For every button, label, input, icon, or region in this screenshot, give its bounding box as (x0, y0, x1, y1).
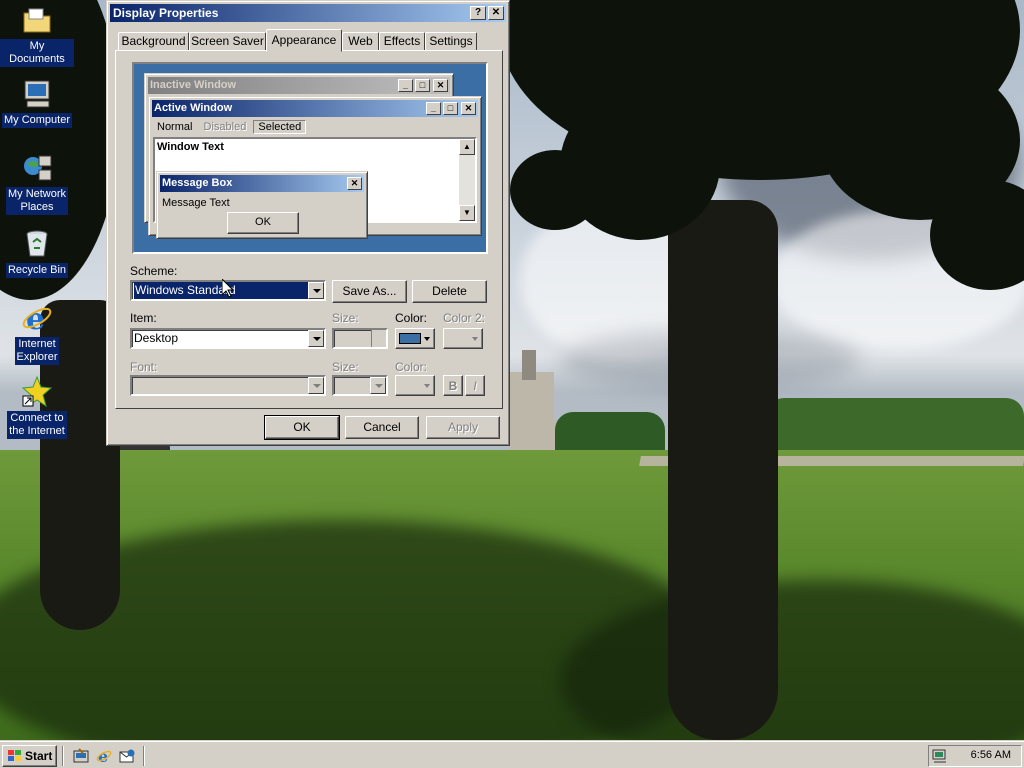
preview-menu-normal: Normal (157, 121, 193, 133)
cancel-button[interactable]: Cancel (345, 416, 419, 439)
item-color2-button[interactable] (443, 328, 483, 349)
chevron-down-icon (472, 337, 478, 341)
preview-msgbox-ok: OK (227, 212, 299, 234)
item-size-label: Size: (332, 311, 359, 325)
save-as-button[interactable]: Save As... (332, 280, 407, 303)
scroll-up-icon: ▲ (459, 139, 475, 155)
tab-settings[interactable]: Settings (425, 32, 477, 51)
close-icon: ✕ (433, 79, 448, 92)
desktop-icon-label: Connect to the Internet (7, 411, 67, 439)
spinner-arrows-icon[interactable] (371, 330, 386, 347)
help-button[interactable]: ? (470, 6, 486, 20)
outlook-express-icon[interactable] (119, 748, 135, 764)
tab-background[interactable]: Background (118, 32, 189, 51)
close-icon: ✕ (461, 102, 476, 115)
item-size-spinner[interactable] (332, 328, 388, 349)
preview-msgbox-title: Message Box ✕ (160, 175, 364, 192)
chevron-down-icon (424, 384, 430, 388)
svg-text:e: e (26, 302, 45, 334)
show-desktop-icon[interactable] (73, 748, 89, 764)
taskbar-divider (62, 746, 64, 766)
preview-menu-disabled: Disabled (203, 121, 247, 133)
preview-inactive-title: Inactive Window _ □ ✕ (148, 77, 450, 94)
appearance-panel: Inactive Window _ □ ✕ Active Window _ □ … (115, 50, 503, 409)
desktop-icon-connect-to-internet[interactable]: Connect to the Internet (0, 375, 74, 439)
windows-logo-icon (8, 750, 21, 761)
computer-icon (21, 78, 53, 110)
chevron-down-icon[interactable] (308, 377, 324, 394)
minimize-icon: _ (398, 79, 413, 92)
scroll-down-icon: ▼ (459, 205, 475, 221)
mouse-cursor-icon (222, 279, 234, 298)
ok-button[interactable]: OK (264, 415, 340, 440)
internet-explorer-icon: e (21, 302, 53, 337)
preview-msgbox-text: Message Text (162, 197, 230, 209)
tab-effects[interactable]: Effects (379, 32, 425, 51)
desktop-icon-my-network-places[interactable]: My Network Places (0, 152, 74, 215)
maximize-icon: □ (443, 102, 458, 115)
preview-menu-selected: Selected (253, 120, 307, 134)
tab-appearance[interactable]: Appearance (266, 29, 342, 52)
apply-button[interactable]: Apply (426, 416, 500, 439)
delete-button[interactable]: Delete (412, 280, 487, 303)
taskbar: Start e 6:56 AM (0, 740, 1024, 768)
scheme-label: Scheme: (130, 264, 178, 278)
system-tray: 6:56 AM (928, 745, 1022, 767)
item-value: Desktop (134, 331, 179, 345)
clock[interactable]: 6:56 AM (971, 749, 1011, 761)
color-swatch (399, 333, 421, 344)
close-icon: ✕ (347, 177, 362, 190)
scheme-value: Windows Standard (134, 282, 308, 299)
start-label: Start (25, 749, 53, 763)
desktop-icon-label: My Computer (1, 113, 73, 128)
dialog-title: Display Properties (113, 6, 219, 20)
chevron-down-icon[interactable] (308, 330, 324, 347)
desktop-icon-label: My Network Places (5, 187, 69, 215)
item-select[interactable]: Desktop (130, 328, 326, 349)
start-button[interactable]: Start (2, 745, 57, 767)
preview-window-text: Window Text (157, 141, 224, 153)
preview-message-box: Message Box ✕ Message Text OK (156, 171, 368, 239)
font-color-label: Color: (395, 360, 428, 374)
close-button[interactable]: ✕ (488, 6, 504, 20)
item-color-button[interactable] (395, 328, 435, 349)
desktop-icon-label: My Documents (0, 39, 74, 67)
desktop-icon-my-computer[interactable]: My Computer (0, 78, 74, 128)
preview-active-title: Active Window _ □ ✕ (152, 100, 478, 117)
minimize-icon: _ (426, 102, 441, 115)
appearance-preview[interactable]: Inactive Window _ □ ✕ Active Window _ □ … (132, 62, 488, 254)
bold-button[interactable]: B (443, 375, 463, 396)
folder-documents-icon (21, 4, 53, 36)
internet-explorer-icon[interactable]: e (96, 748, 112, 764)
display-settings-tray-icon[interactable] (932, 748, 948, 764)
dialog-titlebar[interactable]: Display Properties ? ✕ (110, 4, 506, 22)
item-label: Item: (130, 311, 157, 325)
desktop-icon-internet-explorer[interactable]: e Internet Explorer (0, 302, 74, 365)
desktop-icon-label: Internet Explorer (14, 337, 60, 365)
item-color2-label: Color 2: (443, 311, 486, 325)
font-color-button[interactable] (395, 375, 435, 396)
desktop-icon-label: Recycle Bin (5, 263, 69, 278)
maximize-icon: □ (415, 79, 430, 92)
font-size-label: Size: (332, 360, 359, 374)
connect-wizard-icon (21, 375, 53, 408)
font-select[interactable] (130, 375, 326, 396)
preview-scrollbar: ▲ ▼ (459, 139, 475, 221)
item-color-label: Color: (395, 311, 428, 325)
chevron-down-icon[interactable] (308, 282, 324, 299)
display-properties-dialog: Display Properties ? ✕ Background Screen… (106, 0, 510, 446)
network-places-icon (21, 152, 53, 184)
desktop-icon-recycle-bin[interactable]: Recycle Bin (0, 228, 74, 278)
tab-web[interactable]: Web (342, 32, 379, 51)
font-size-select[interactable] (332, 375, 388, 396)
chevron-down-icon[interactable] (370, 377, 386, 394)
tab-screen-saver[interactable]: Screen Saver (189, 32, 266, 51)
chevron-down-icon (424, 337, 430, 341)
font-label: Font: (130, 360, 158, 374)
italic-button[interactable]: I (465, 375, 485, 396)
preview-menu-bar: Normal Disabled Selected (153, 119, 307, 135)
desktop-icon-my-documents[interactable]: My Documents (0, 4, 74, 67)
taskbar-divider (143, 746, 145, 766)
recycle-bin-icon (21, 228, 53, 260)
